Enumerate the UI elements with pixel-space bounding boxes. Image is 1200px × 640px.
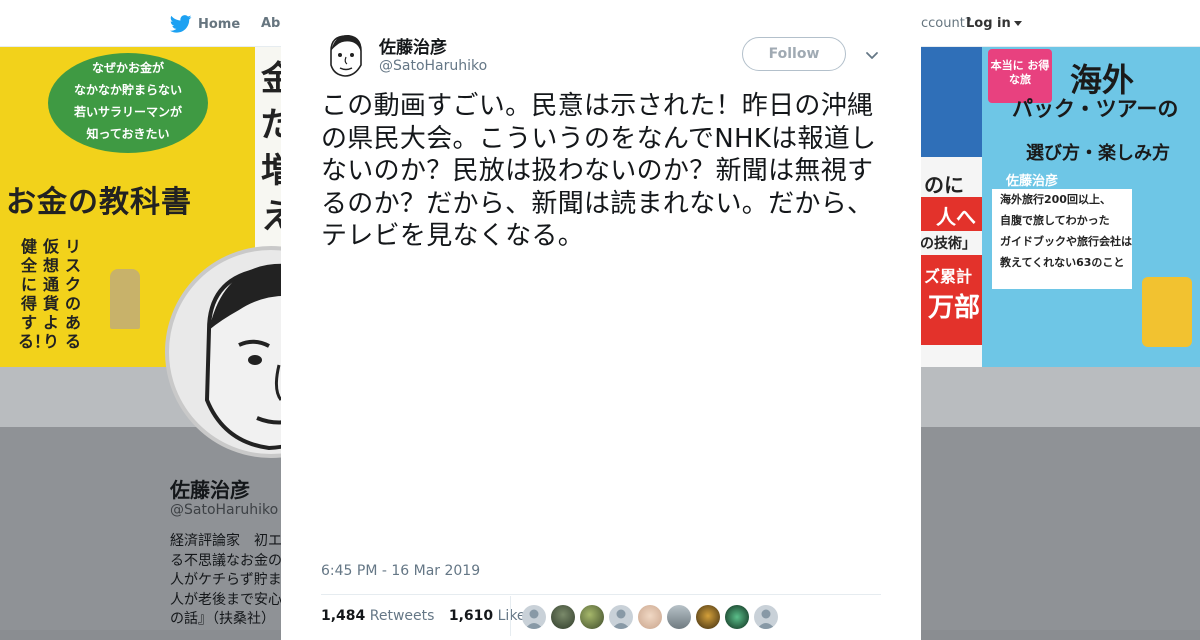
- book-cover-title: お金の教科書: [6, 185, 192, 220]
- profile-handle: @SatoHaruhiko: [170, 502, 279, 518]
- nav-home-label: Home: [198, 16, 241, 32]
- tweet-author-handle[interactable]: @SatoHaruhiko: [379, 58, 487, 74]
- profile-bio-line: の話』（扶桑社）: [170, 611, 275, 627]
- default-user-icon: [525, 609, 543, 629]
- tweet-text: この動画すごい。民意は示された！昨日の沖縄の県民大会。こういうのをなんでNHKは…: [321, 91, 877, 251]
- book-vertical-text: リスクのある: [64, 237, 81, 351]
- book-blurb-box: 海外旅行200回以上、 自腹で旅してわかった ガイドブックや旅行会社は 教えてく…: [992, 189, 1132, 289]
- book-subtitle: パック・ツアーの: [1012, 97, 1179, 121]
- profile-bio-line: る不思議なお金の: [170, 552, 282, 569]
- book-cover-line: 若いサラリーマンが: [73, 105, 182, 119]
- book-blurb-line: ガイドブックや旅行会社は: [1000, 235, 1132, 248]
- book-text: 人へ: [936, 205, 976, 229]
- divider: [510, 596, 511, 636]
- tweet-author-avatar[interactable]: [321, 31, 369, 79]
- liker-avatar[interactable]: [754, 605, 778, 629]
- profile-name: 佐藤治彦: [170, 478, 250, 502]
- liker-avatar[interactable]: [609, 605, 633, 629]
- caret-down-icon: [1013, 21, 1022, 26]
- book-text: 万部: [928, 293, 981, 323]
- likers-avatar-row: [522, 605, 778, 629]
- banner-book-red: のに 人へ の技術」 ズ累計 万部: [920, 47, 982, 367]
- likes-count[interactable]: 1,610: [449, 608, 493, 624]
- chevron-down-icon[interactable]: [864, 47, 880, 63]
- tweet-timestamp[interactable]: 6:45 PM - 16 Mar 2019: [321, 563, 480, 579]
- liker-avatar[interactable]: [696, 605, 720, 629]
- book-blurb-line: 海外旅行200回以上、: [1000, 193, 1111, 206]
- book-illustration: [110, 269, 140, 329]
- profile-bio-line: 経済評論家 初エ: [170, 533, 282, 549]
- have-account-prompt: ccount?: [921, 16, 972, 31]
- liker-avatar[interactable]: [667, 605, 691, 629]
- book-suitcase-illustration: [1142, 277, 1192, 347]
- retweets-label[interactable]: Retweets: [370, 608, 435, 624]
- book-subtitle-2: 選び方・楽しみ方: [1026, 143, 1170, 164]
- book-text: ズ累計: [924, 267, 973, 286]
- liker-avatar[interactable]: [638, 605, 662, 629]
- book-cover-line: なかなか貯まらない: [73, 83, 182, 97]
- book-vertical-text: 健全に得する！: [18, 237, 51, 351]
- divider: [321, 594, 881, 595]
- book-text: のに: [924, 173, 964, 197]
- login-label: Log in: [966, 16, 1011, 31]
- close-icon[interactable]: [1152, 10, 1180, 38]
- book-cover-line: なぜかお金が: [91, 61, 164, 75]
- profile-bio: 経済評論家 初エ る不思議なお金の 人がケチらず貯ま 人が老後まで安心 の話』（…: [170, 532, 290, 630]
- book-blurb-line: 自腹で旅してわかった: [1000, 214, 1110, 227]
- tweet-modal: 佐藤治彦 @SatoHaruhiko Follow この動画すごい。民意は示され…: [281, 0, 921, 640]
- default-user-icon: [757, 609, 775, 629]
- tweet-author-name[interactable]: 佐藤治彦: [379, 33, 447, 58]
- book-author: 佐藤治彦: [1006, 174, 1059, 189]
- book-blurb-line: 教えてくれない63のこと: [1000, 256, 1125, 269]
- liker-avatar[interactable]: [522, 605, 546, 629]
- follow-button[interactable]: Follow: [742, 37, 846, 71]
- caricature-avatar-icon: [330, 34, 362, 77]
- login-dropdown[interactable]: Log in: [966, 16, 1022, 31]
- retweets-count[interactable]: 1,484: [321, 608, 365, 624]
- profile-bio-line: 人がケチらず貯ま: [170, 572, 282, 588]
- nav-home-link[interactable]: Home: [170, 13, 240, 35]
- liker-avatar[interactable]: [580, 605, 604, 629]
- liker-avatar[interactable]: [725, 605, 749, 629]
- book-badge-text: 本当に お得な旅: [990, 59, 1050, 86]
- twitter-bird-icon: [170, 15, 192, 33]
- default-user-icon: [612, 609, 630, 629]
- book-band: [920, 47, 982, 157]
- liker-avatar[interactable]: [551, 605, 575, 629]
- book-text: の技術」: [920, 236, 976, 252]
- profile-bio-line: 人が老後まで安心: [170, 591, 282, 608]
- book-cover-line: 知っておきたい: [86, 127, 170, 141]
- banner-book-blue: 本当に お得な旅 海外 パック・ツアーの 選び方・楽しみ方 佐藤治彦 海外旅行2…: [982, 47, 1200, 367]
